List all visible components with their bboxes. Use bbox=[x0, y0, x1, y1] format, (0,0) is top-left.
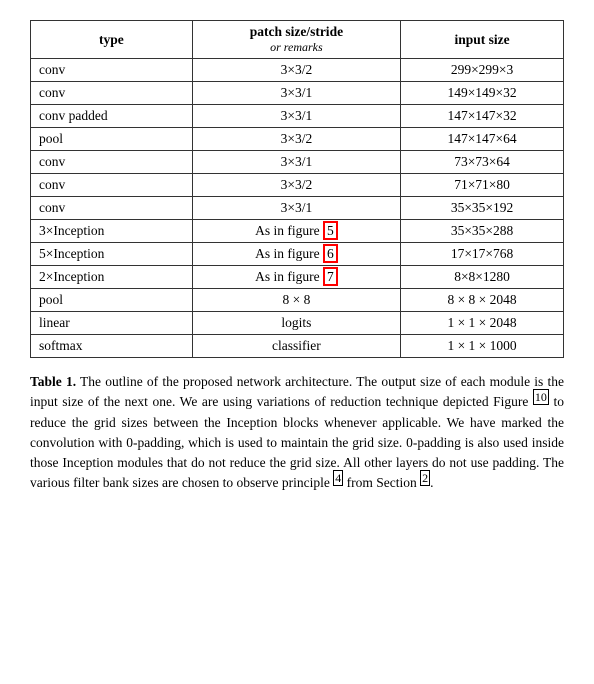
cell-type: conv bbox=[31, 174, 193, 197]
cell-type: conv bbox=[31, 59, 193, 82]
table-row: 2×InceptionAs in figure 78×8×1280 bbox=[31, 266, 564, 289]
cell-patch: 3×3/1 bbox=[192, 82, 400, 105]
cell-patch: 3×3/1 bbox=[192, 151, 400, 174]
cell-patch: 3×3/1 bbox=[192, 197, 400, 220]
cell-type: pool bbox=[31, 289, 193, 312]
cell-type: 5×Inception bbox=[31, 243, 193, 266]
caption-text1: The outline of the proposed network arch… bbox=[30, 374, 564, 409]
ref-10: 10 bbox=[533, 389, 549, 405]
cell-type: conv bbox=[31, 197, 193, 220]
ref-2: 2 bbox=[420, 470, 430, 486]
table-row: pool3×3/2147×147×64 bbox=[31, 128, 564, 151]
fig7-ref: 7 bbox=[323, 267, 338, 286]
cell-patch: 3×3/2 bbox=[192, 174, 400, 197]
cell-input: 1 × 1 × 2048 bbox=[401, 312, 564, 335]
cell-type: conv bbox=[31, 151, 193, 174]
cell-patch: As in figure 5 bbox=[192, 220, 400, 243]
architecture-table: type patch size/stride or remarks input … bbox=[30, 20, 564, 358]
fig5-ref: 5 bbox=[323, 221, 338, 240]
cell-type: conv bbox=[31, 82, 193, 105]
ref-4: 4 bbox=[333, 470, 343, 486]
cell-input: 149×149×32 bbox=[401, 82, 564, 105]
caption-text4: . bbox=[430, 475, 433, 490]
cell-input: 35×35×192 bbox=[401, 197, 564, 220]
table-row: linearlogits1 × 1 × 2048 bbox=[31, 312, 564, 335]
table-row: conv3×3/271×71×80 bbox=[31, 174, 564, 197]
cell-patch: 8 × 8 bbox=[192, 289, 400, 312]
col-header-input: input size bbox=[401, 21, 564, 59]
cell-patch: 3×3/2 bbox=[192, 59, 400, 82]
table-row: conv3×3/135×35×192 bbox=[31, 197, 564, 220]
caption-title: Table 1. bbox=[30, 374, 76, 389]
cell-input: 8×8×1280 bbox=[401, 266, 564, 289]
cell-patch: classifier bbox=[192, 335, 400, 358]
cell-patch: As in figure 6 bbox=[192, 243, 400, 266]
cell-type: linear bbox=[31, 312, 193, 335]
table-caption: Table 1. The outline of the proposed net… bbox=[30, 372, 564, 494]
cell-input: 299×299×3 bbox=[401, 59, 564, 82]
cell-input: 73×73×64 bbox=[401, 151, 564, 174]
cell-patch: 3×3/2 bbox=[192, 128, 400, 151]
patch-header-title: patch size/stride bbox=[201, 24, 392, 40]
cell-input: 35×35×288 bbox=[401, 220, 564, 243]
table-row: conv3×3/173×73×64 bbox=[31, 151, 564, 174]
table-row: 5×InceptionAs in figure 617×17×768 bbox=[31, 243, 564, 266]
cell-type: 3×Inception bbox=[31, 220, 193, 243]
cell-patch: logits bbox=[192, 312, 400, 335]
col-header-type: type bbox=[31, 21, 193, 59]
table-row: 3×InceptionAs in figure 535×35×288 bbox=[31, 220, 564, 243]
table-row: conv3×3/2299×299×3 bbox=[31, 59, 564, 82]
table-row: pool8 × 88 × 8 × 2048 bbox=[31, 289, 564, 312]
cell-input: 8 × 8 × 2048 bbox=[401, 289, 564, 312]
patch-header-sub: or remarks bbox=[201, 40, 392, 55]
cell-input: 17×17×768 bbox=[401, 243, 564, 266]
col-header-patch: patch size/stride or remarks bbox=[192, 21, 400, 59]
cell-input: 71×71×80 bbox=[401, 174, 564, 197]
table-row: softmaxclassifier1 × 1 × 1000 bbox=[31, 335, 564, 358]
cell-input: 1 × 1 × 1000 bbox=[401, 335, 564, 358]
table-row: conv padded3×3/1147×147×32 bbox=[31, 105, 564, 128]
table-container: type patch size/stride or remarks input … bbox=[30, 20, 564, 358]
caption-text3: from Section bbox=[343, 475, 420, 490]
cell-patch: As in figure 7 bbox=[192, 266, 400, 289]
fig6-ref: 6 bbox=[323, 244, 338, 263]
cell-type: softmax bbox=[31, 335, 193, 358]
cell-input: 147×147×32 bbox=[401, 105, 564, 128]
cell-type: pool bbox=[31, 128, 193, 151]
cell-input: 147×147×64 bbox=[401, 128, 564, 151]
table-row: conv3×3/1149×149×32 bbox=[31, 82, 564, 105]
cell-type: conv padded bbox=[31, 105, 193, 128]
cell-patch: 3×3/1 bbox=[192, 105, 400, 128]
cell-type: 2×Inception bbox=[31, 266, 193, 289]
